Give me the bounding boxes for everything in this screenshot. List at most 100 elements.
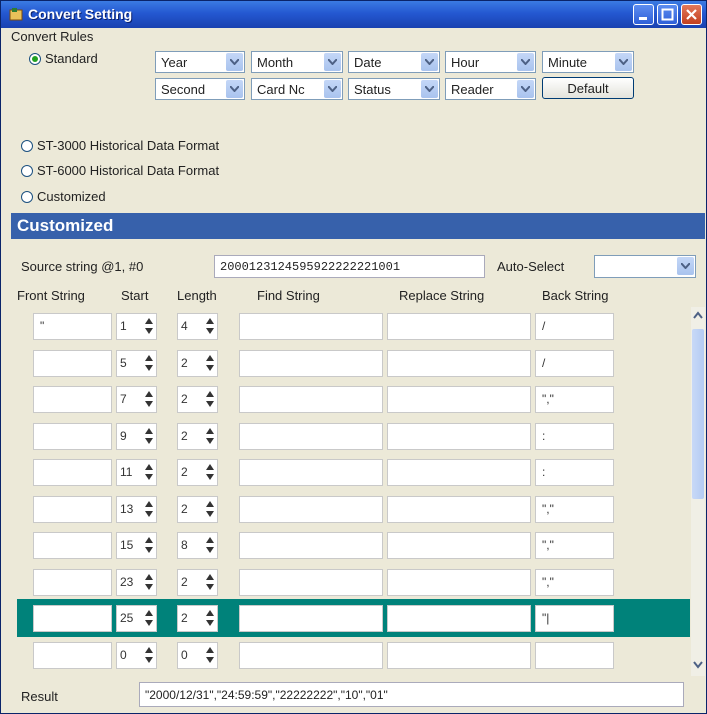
field-select-2[interactable]: Month xyxy=(251,51,343,73)
replace-string-cell[interactable] xyxy=(387,641,531,669)
chevron-down-icon[interactable] xyxy=(324,53,341,71)
default-button[interactable]: Default xyxy=(542,77,634,99)
start-spinner[interactable]: 0 xyxy=(116,641,157,669)
table-row[interactable]: 9 2: xyxy=(17,417,690,455)
spin-arrows-icon[interactable] xyxy=(144,535,154,555)
length-spinner[interactable]: 2 xyxy=(177,568,218,596)
length-spinner[interactable]: 2 xyxy=(177,605,218,632)
chevron-down-icon[interactable] xyxy=(615,53,632,71)
replace-string-cell[interactable] xyxy=(387,459,531,486)
table-row[interactable]: " 1 4 / xyxy=(17,307,690,345)
field-select-8[interactable]: Status xyxy=(348,78,440,100)
front-string-cell[interactable] xyxy=(33,605,112,632)
field-select-5[interactable]: Minute xyxy=(542,51,634,73)
chevron-down-icon[interactable] xyxy=(517,80,534,98)
chevron-down-icon[interactable] xyxy=(677,257,694,275)
field-select-7[interactable]: Card Nc xyxy=(251,78,343,100)
find-string-cell[interactable] xyxy=(239,605,383,632)
length-spinner[interactable]: 0 xyxy=(177,641,218,669)
spin-arrows-icon[interactable] xyxy=(144,499,154,519)
front-string-cell[interactable] xyxy=(33,459,112,486)
length-spinner[interactable]: 2 xyxy=(177,386,218,413)
start-spinner[interactable]: 1 xyxy=(116,313,157,340)
spin-arrows-icon[interactable] xyxy=(205,353,215,373)
replace-string-cell[interactable] xyxy=(387,568,531,596)
find-string-cell[interactable] xyxy=(239,422,383,450)
spin-arrows-icon[interactable] xyxy=(144,353,154,373)
field-select-6[interactable]: Second xyxy=(155,78,245,100)
spin-arrows-icon[interactable] xyxy=(144,572,154,592)
radio-customized-dot[interactable] xyxy=(21,190,33,203)
spin-arrows-icon[interactable] xyxy=(205,462,215,482)
table-row[interactable]: 15 8 "," xyxy=(17,526,690,564)
radio-standard[interactable]: Standard xyxy=(29,51,98,66)
radio-standard-dot[interactable] xyxy=(29,52,41,65)
chevron-down-icon[interactable] xyxy=(421,80,438,98)
chevron-down-icon[interactable] xyxy=(226,80,243,98)
back-string-cell[interactable]: "," xyxy=(535,495,614,523)
table-row[interactable]: 11 2: xyxy=(17,453,690,491)
table-row[interactable]: 7 2 "," xyxy=(17,380,690,418)
back-string-cell[interactable] xyxy=(535,641,614,669)
find-string-cell[interactable] xyxy=(239,495,383,523)
field-select-1[interactable]: Year xyxy=(155,51,245,73)
find-string-cell[interactable] xyxy=(239,313,383,340)
front-string-cell[interactable] xyxy=(33,495,112,523)
replace-string-cell[interactable] xyxy=(387,349,531,377)
front-string-cell[interactable] xyxy=(33,422,112,450)
front-string-cell[interactable] xyxy=(33,532,112,559)
spin-arrows-icon[interactable] xyxy=(205,389,215,409)
spin-arrows-icon[interactable] xyxy=(205,645,215,665)
spin-arrows-icon[interactable] xyxy=(205,572,215,592)
find-string-cell[interactable] xyxy=(239,349,383,377)
front-string-cell[interactable] xyxy=(33,568,112,596)
replace-string-cell[interactable] xyxy=(387,495,531,523)
spin-arrows-icon[interactable] xyxy=(144,389,154,409)
length-spinner[interactable]: 2 xyxy=(177,422,218,450)
radio-st6000-dot[interactable] xyxy=(21,164,33,177)
back-string-cell[interactable]: "," xyxy=(535,532,614,559)
spin-arrows-icon[interactable] xyxy=(205,316,215,336)
front-string-cell[interactable] xyxy=(33,641,112,669)
start-spinner[interactable]: 7 xyxy=(116,386,157,413)
title-bar[interactable]: Convert Setting xyxy=(1,1,706,28)
close-button[interactable] xyxy=(681,4,702,25)
spin-arrows-icon[interactable] xyxy=(144,462,154,482)
start-spinner[interactable]: 5 xyxy=(116,349,157,377)
spin-arrows-icon[interactable] xyxy=(144,645,154,665)
back-string-cell[interactable]: "," xyxy=(535,568,614,596)
length-spinner[interactable]: 4 xyxy=(177,313,218,340)
start-spinner[interactable]: 9 xyxy=(116,422,157,450)
table-row[interactable]: 5 2 / xyxy=(17,344,690,382)
spin-arrows-icon[interactable] xyxy=(144,608,154,628)
length-spinner[interactable]: 8 xyxy=(177,532,218,559)
field-select-3[interactable]: Date xyxy=(348,51,440,73)
radio-st3000-dot[interactable] xyxy=(21,139,33,152)
start-spinner[interactable]: 15 xyxy=(116,532,157,559)
start-spinner[interactable]: 13 xyxy=(116,495,157,523)
scroll-up-icon[interactable] xyxy=(691,309,705,323)
length-spinner[interactable]: 2 xyxy=(177,495,218,523)
auto-select-dropdown[interactable] xyxy=(594,255,696,278)
spin-arrows-icon[interactable] xyxy=(205,608,215,628)
front-string-cell[interactable]: " xyxy=(33,313,112,340)
replace-string-cell[interactable] xyxy=(387,532,531,559)
start-spinner[interactable]: 23 xyxy=(116,568,157,596)
back-string-cell[interactable]: / xyxy=(535,349,614,377)
source-string-field[interactable]: 2000123124595922222221001 xyxy=(214,255,485,278)
front-string-cell[interactable] xyxy=(33,349,112,377)
find-string-cell[interactable] xyxy=(239,386,383,413)
spin-arrows-icon[interactable] xyxy=(205,426,215,446)
find-string-cell[interactable] xyxy=(239,532,383,559)
length-spinner[interactable]: 2 xyxy=(177,349,218,377)
back-string-cell[interactable]: "| xyxy=(535,605,614,632)
spin-arrows-icon[interactable] xyxy=(144,426,154,446)
back-string-cell[interactable]: : xyxy=(535,422,614,450)
table-row[interactable]: 00 xyxy=(17,636,690,674)
maximize-button[interactable] xyxy=(657,4,678,25)
spin-arrows-icon[interactable] xyxy=(144,316,154,336)
start-spinner[interactable]: 25 xyxy=(116,605,157,632)
radio-customized[interactable]: Customized xyxy=(21,189,106,204)
minimize-button[interactable] xyxy=(633,4,654,25)
replace-string-cell[interactable] xyxy=(387,422,531,450)
